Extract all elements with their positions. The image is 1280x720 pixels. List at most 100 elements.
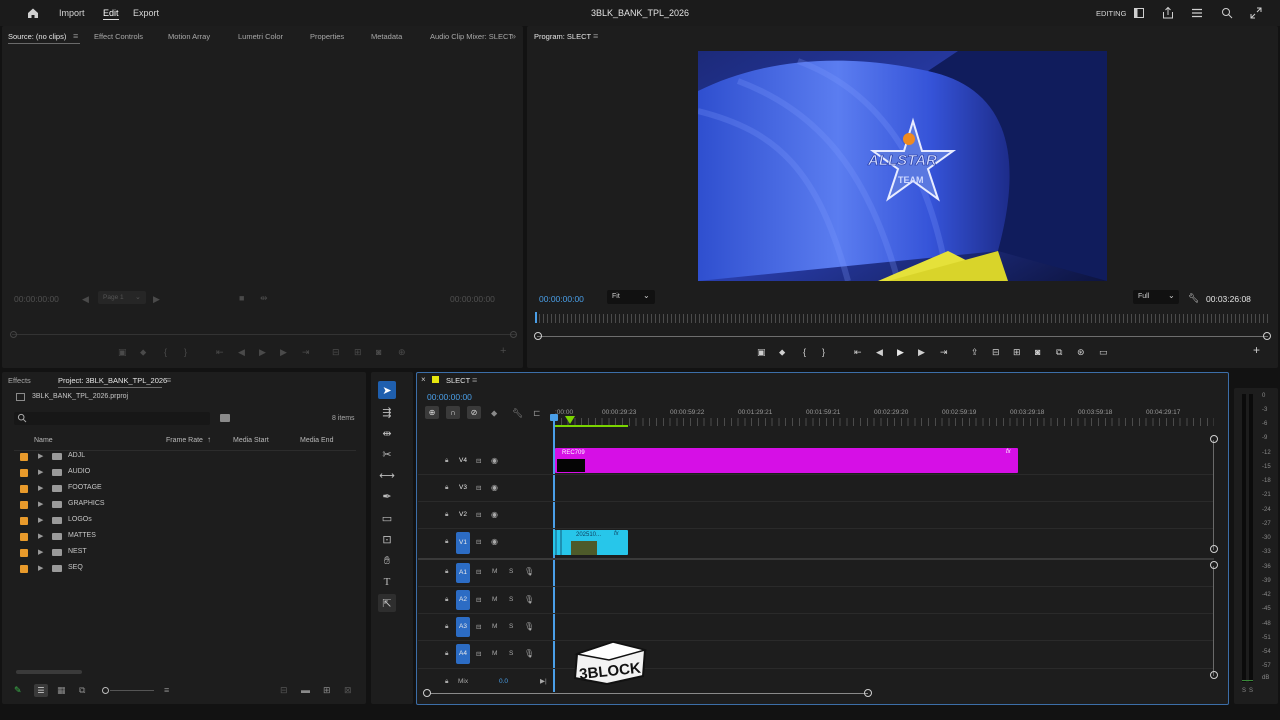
eye-icon[interactable]: ◉ — [491, 483, 498, 492]
sequence-tab[interactable]: SLECT — [446, 376, 470, 385]
program-timecode[interactable]: 00:00:00:00 — [539, 294, 584, 304]
lock-icon[interactable]: 🔒︎ — [445, 457, 448, 465]
zoom-handle-left[interactable] — [534, 332, 542, 340]
lock-icon[interactable]: 🔒︎ — [445, 568, 448, 576]
expand-triangle-icon[interactable]: ▶ — [38, 484, 43, 492]
new-bin-from-search-icon[interactable] — [220, 414, 230, 422]
lock-icon[interactable]: 🔒︎ — [445, 650, 448, 658]
type-tool-icon[interactable]: T — [378, 573, 396, 591]
solo-right-button[interactable]: S — [1249, 688, 1253, 694]
column-media-start[interactable]: Media Start — [233, 437, 269, 444]
generative-extend-tool-icon[interactable]: ⇱ — [378, 594, 396, 612]
pencil-icon[interactable]: ✎ — [14, 685, 22, 695]
wrench-icon[interactable]: 🔧︎ — [1188, 293, 1199, 303]
track-label-a1[interactable]: A1 — [456, 563, 470, 583]
add-button-icon[interactable]: + — [500, 346, 506, 357]
microphone-icon[interactable]: 🎙︎ — [524, 622, 534, 631]
tab-source[interactable]: Source: (no clips) — [8, 32, 66, 41]
tab-lumetri-color[interactable]: Lumetri Color — [238, 32, 283, 41]
go-to-in-icon[interactable]: ⇤ — [854, 347, 862, 357]
home-icon[interactable] — [26, 6, 40, 20]
adjustment-clip-rec709[interactable]: REC709 fx — [555, 448, 1018, 473]
step-back-icon[interactable]: ◀ — [876, 347, 883, 357]
list-item-nest[interactable]: ▶ NEST — [16, 546, 356, 560]
source-scrubber[interactable] — [12, 334, 517, 335]
program-video-frame[interactable]: ALLSTAR TEAM — [698, 51, 1107, 281]
expand-triangle-icon[interactable]: ▶ — [38, 564, 43, 572]
stop-icon[interactable]: ■ — [239, 293, 244, 303]
label-color-swatch[interactable] — [20, 485, 28, 493]
track-label-v4[interactable]: V4 — [456, 453, 470, 469]
safe-margins-icon[interactable]: ▭ — [1099, 347, 1108, 357]
step-forward-icon[interactable]: ▶ — [280, 347, 287, 357]
label-color-swatch[interactable] — [20, 501, 28, 509]
go-to-out-icon[interactable]: ⇥ — [940, 347, 948, 357]
insert-icon[interactable]: ⊟ — [332, 347, 340, 357]
prev-page-icon[interactable]: ◀ — [82, 294, 89, 304]
lock-icon[interactable]: 🔒︎ — [445, 484, 448, 492]
solo-button[interactable]: S — [509, 568, 513, 575]
vr-icon[interactable]: ⊛ — [1077, 347, 1085, 357]
zoom-slider-track[interactable] — [110, 690, 154, 691]
eye-icon[interactable]: ◉ — [491, 456, 498, 465]
button-editor-icon[interactable]: ⊕ — [398, 347, 406, 357]
next-page-icon[interactable]: ▶ — [153, 294, 160, 304]
mute-button[interactable]: M — [492, 623, 497, 630]
rectangle-tool-icon[interactable]: ▭ — [378, 509, 396, 527]
program-ruler[interactable] — [535, 314, 1271, 323]
lock-icon[interactable]: 🔒︎ — [445, 623, 448, 631]
lock-icon[interactable]: 🔒︎ — [445, 596, 448, 604]
add-marker-icon[interactable]: ▣ — [118, 347, 127, 357]
slip-tool-icon[interactable]: ⟷ — [378, 466, 396, 484]
sync-lock-icon[interactable]: ⊟ — [476, 568, 481, 576]
lift-icon[interactable]: ⇪ — [971, 347, 979, 357]
close-icon[interactable]: × — [421, 375, 426, 385]
step-forward-icon[interactable]: ▶ — [918, 347, 925, 357]
go-to-in-icon[interactable]: ⇤ — [216, 347, 224, 357]
mark-in-icon[interactable]: { — [803, 347, 806, 357]
tab-motion-array[interactable]: Motion Array — [168, 32, 210, 41]
zoom-handle-right[interactable] — [1263, 332, 1271, 340]
add-marker-icon[interactable]: ▣ — [757, 347, 766, 357]
mark-in-icon[interactable]: { — [164, 347, 167, 357]
overwrite-icon[interactable]: ⊞ — [354, 347, 362, 357]
quality-select[interactable]: Full ⌄ — [1133, 290, 1179, 304]
menu-import[interactable]: Import — [59, 8, 85, 18]
scroll-handle[interactable] — [1210, 545, 1218, 553]
sync-lock-icon[interactable]: ⊟ — [476, 596, 481, 604]
video-audio-divider[interactable] — [418, 558, 1214, 560]
zoom-slider-handle[interactable] — [102, 687, 109, 694]
timeline-zoom-bar[interactable] — [430, 693, 868, 694]
source-timecode-in[interactable]: 00:00:00:00 — [14, 294, 59, 304]
solo-button[interactable]: S — [509, 596, 513, 603]
expand-triangle-icon[interactable]: ▶ — [38, 548, 43, 556]
playhead-handle[interactable] — [550, 414, 558, 421]
scroll-handle[interactable] — [1210, 561, 1218, 569]
panel-menu-icon[interactable]: ≡ — [73, 31, 78, 41]
program-playhead[interactable] — [535, 312, 537, 323]
trim-icon[interactable]: ⊞ — [1013, 347, 1021, 357]
nest-icon[interactable]: ⊕ — [425, 406, 439, 419]
list-item-mattes[interactable]: ▶ MATTES — [16, 530, 356, 544]
workspaces-icon[interactable] — [1132, 6, 1146, 20]
go-to-end-icon[interactable]: ▶| — [540, 677, 547, 685]
label-color-swatch[interactable] — [20, 517, 28, 525]
tab-effects[interactable]: Effects — [8, 376, 31, 385]
selection-tool-icon[interactable]: ➤ — [378, 381, 396, 399]
list-item-adjl[interactable]: ▶ ADJL — [16, 450, 356, 464]
program-zoom-bar[interactable] — [537, 336, 1268, 337]
program-title[interactable]: Program: SLECT — [534, 32, 591, 41]
scrubber-handle-left[interactable] — [10, 331, 17, 338]
marker-icon[interactable]: ⬥ — [779, 347, 785, 357]
zoom-handle-left[interactable] — [423, 689, 431, 697]
timeline-timecode[interactable]: 00:00:00:00 — [427, 392, 472, 402]
search-icon[interactable] — [1220, 6, 1234, 20]
track-label-a3[interactable]: A3 — [456, 617, 470, 637]
panel-menu-icon[interactable]: ≡ — [472, 375, 477, 385]
solo-button[interactable]: S — [509, 650, 513, 657]
marker-icon[interactable]: ⬥ — [140, 347, 146, 357]
column-name[interactable]: Name — [34, 437, 53, 444]
extract-icon[interactable]: ⊟ — [992, 347, 1000, 357]
video-vertical-scrollbar[interactable] — [1213, 440, 1214, 550]
mark-out-icon[interactable]: } — [822, 347, 825, 357]
